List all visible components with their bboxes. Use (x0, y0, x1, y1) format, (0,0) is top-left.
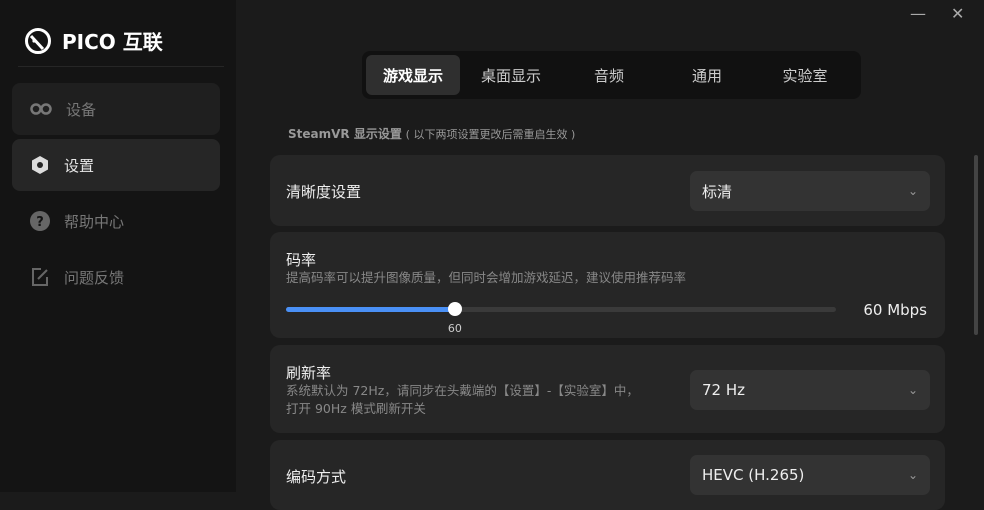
encoding-select[interactable]: HEVC (H.265) ⌄ (690, 455, 930, 495)
slider-fill (286, 307, 455, 312)
settings-icon (32, 156, 48, 174)
slider-thumb[interactable] (447, 302, 462, 316)
tab-general[interactable]: 通用 (660, 55, 754, 95)
sidebar-item-feedback[interactable]: 问题反馈 (12, 251, 220, 303)
sidebar: PICO 互联 设备 设置 ? 帮助中心 问题反馈 (0, 0, 236, 492)
edit-icon (32, 268, 48, 286)
encoding-title: 编码方式 (286, 468, 347, 486)
refresh-select[interactable]: 72 Hz ⌄ (690, 370, 930, 410)
encoding-value: HEVC (H.265) (702, 466, 805, 484)
section-note: ( 以下两项设置更改后需重启生效 ) (405, 128, 576, 141)
sidebar-item-label: 设置 (64, 156, 95, 175)
sidebar-item-help[interactable]: ? 帮助中心 (12, 195, 220, 247)
tab-game-display[interactable]: 游戏显示 (366, 55, 460, 95)
tab-lab[interactable]: 实验室 (758, 55, 852, 95)
minimize-button[interactable]: — (910, 4, 926, 23)
scrollbar[interactable] (974, 155, 978, 335)
clarity-select[interactable]: 标清 ⌄ (690, 171, 930, 211)
encoding-card: 编码方式 HEVC (H.265) ⌄ (270, 440, 945, 510)
bitrate-title: 码率 (286, 251, 317, 269)
refresh-value: 72 Hz (702, 381, 746, 399)
help-icon: ? (30, 211, 50, 231)
clarity-title: 清晰度设置 (286, 183, 362, 201)
svg-text:?: ? (36, 215, 44, 230)
sidebar-item-devices[interactable]: 设备 (12, 83, 220, 135)
bitrate-slider[interactable]: 60 (286, 302, 836, 335)
device-icon (30, 103, 52, 115)
tab-desktop-display[interactable]: 桌面显示 (464, 55, 558, 95)
refresh-card: 刷新率 系统默认为 72Hz，请同步在头戴端的【设置】-【实验室】中， 打开 9… (270, 345, 945, 433)
tab-bar: 游戏显示 桌面显示 音频 通用 实验室 (362, 51, 861, 99)
bitrate-card: 码率 提高码率可以提升图像质量，但同时会增加游戏延迟，建议使用推荐码率 60 6… (270, 232, 945, 338)
close-button[interactable]: ✕ (951, 4, 964, 23)
tab-audio[interactable]: 音频 (562, 55, 656, 95)
clarity-card: 清晰度设置 标清 ⌄ (270, 155, 945, 226)
section-title: SteamVR 显示设置 (288, 127, 402, 141)
app-logo: PICO 互联 (24, 26, 163, 55)
slider-value: 60 (447, 322, 462, 335)
refresh-title: 刷新率 (286, 364, 332, 382)
app-brand: PICO 互联 (62, 30, 163, 54)
section-header: SteamVR 显示设置 ( 以下两项设置更改后需重启生效 ) (288, 125, 575, 142)
sidebar-item-label: 设备 (66, 100, 97, 119)
pico-logo-icon (25, 27, 51, 54)
sidebar-item-label: 问题反馈 (64, 268, 125, 287)
chevron-down-icon: ⌄ (907, 383, 918, 397)
sidebar-item-settings[interactable]: 设置 (12, 139, 220, 191)
sidebar-item-label: 帮助中心 (64, 212, 125, 231)
refresh-desc: 系统默认为 72Hz，请同步在头戴端的【设置】-【实验室】中， (286, 383, 639, 398)
refresh-desc-2: 打开 90Hz 模式刷新开关 (286, 401, 426, 416)
clarity-value: 标清 (702, 182, 733, 201)
divider (18, 66, 224, 67)
bitrate-readout: 60 Mbps (863, 301, 927, 319)
chevron-down-icon: ⌄ (907, 184, 918, 198)
chevron-down-icon: ⌄ (907, 468, 918, 482)
bitrate-desc: 提高码率可以提升图像质量，但同时会增加游戏延迟，建议使用推荐码率 (286, 270, 687, 285)
